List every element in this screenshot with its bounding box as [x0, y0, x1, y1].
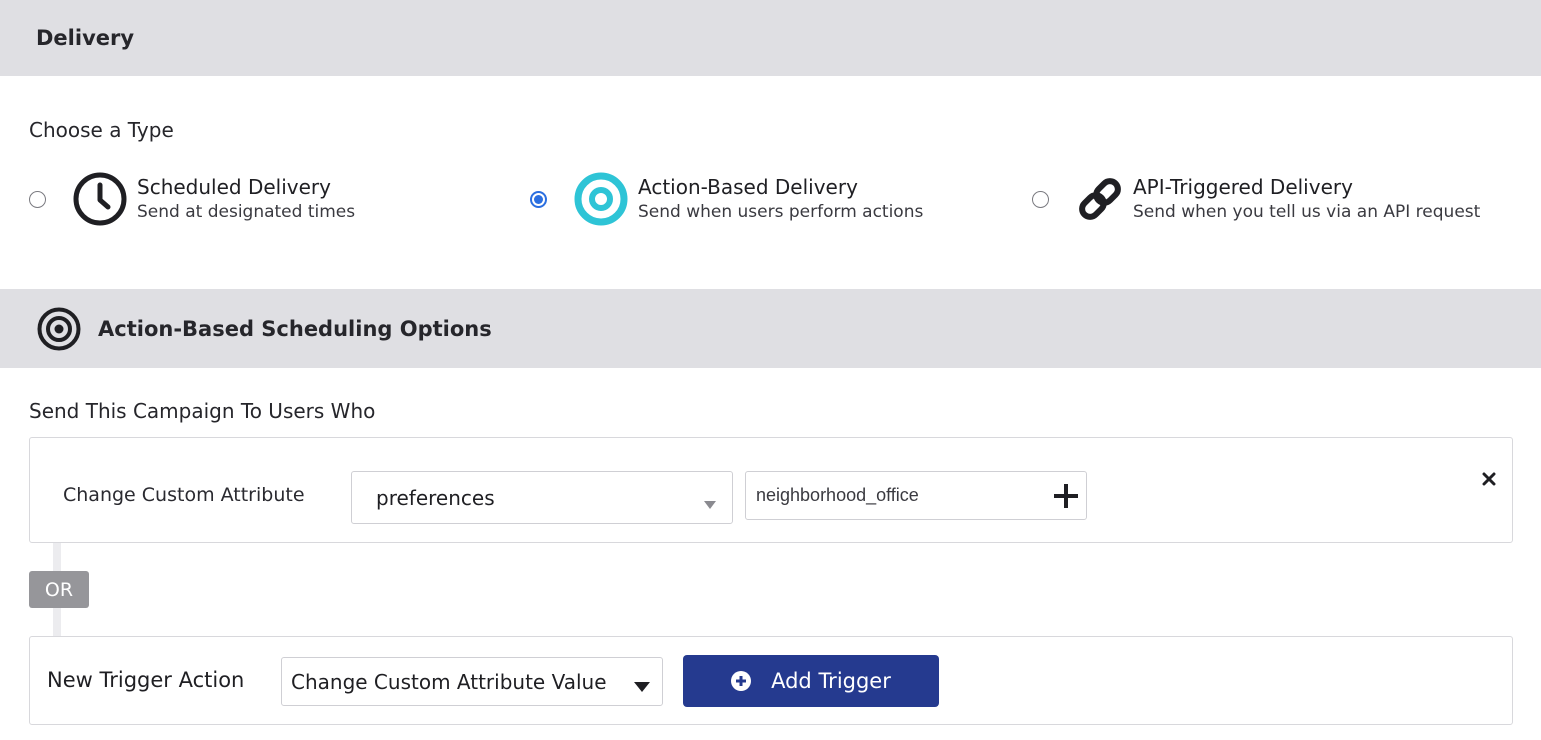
attribute-select-value: preferences [376, 485, 495, 510]
trigger-action-label: Change Custom Attribute [63, 484, 305, 506]
caret-down-icon [704, 494, 716, 513]
attribute-value-input[interactable]: neighborhood_office [745, 471, 1087, 520]
trigger-card: Change Custom Attribute preferences neig… [29, 437, 1513, 543]
or-badge: OR [29, 571, 89, 608]
attribute-select[interactable]: preferences [351, 471, 733, 524]
attribute-value-text: neighborhood_office [756, 485, 919, 505]
target-icon [36, 306, 82, 352]
action-based-desc: Send when users perform actions [638, 202, 924, 222]
delivery-type-api-triggered[interactable]: API-Triggered Delivery Send when you tel… [1032, 170, 1480, 228]
link-icon [1071, 170, 1129, 228]
send-campaign-label: Send This Campaign To Users Who [29, 399, 376, 423]
add-trigger-button[interactable]: Add Trigger [683, 655, 939, 707]
caret-down-icon [634, 677, 650, 696]
plus-circle-icon [731, 671, 752, 691]
scheduling-title: Action-Based Scheduling Options [98, 316, 492, 341]
new-trigger-action-select[interactable]: Change Custom Attribute Value [281, 657, 663, 706]
api-triggered-desc: Send when you tell us via an API request [1133, 202, 1481, 222]
delivery-section-header: Delivery [0, 0, 1541, 76]
action-based-radio[interactable] [530, 190, 547, 208]
remove-trigger-close-icon[interactable] [1482, 471, 1496, 490]
scheduled-title: Scheduled Delivery [137, 175, 331, 199]
scheduling-section-header: Action-Based Scheduling Options [0, 289, 1541, 368]
trigger-connector [53, 607, 61, 637]
new-trigger-label: New Trigger Action [47, 668, 245, 692]
api-triggered-radio[interactable] [1032, 190, 1049, 208]
new-trigger-action-value: Change Custom Attribute Value [291, 669, 607, 694]
trigger-connector [53, 542, 61, 572]
choose-type-label: Choose a Type [29, 118, 174, 142]
clock-icon [71, 170, 129, 228]
add-value-plus-icon[interactable] [1054, 484, 1078, 512]
delivery-type-scheduled[interactable]: Scheduled Delivery Send at designated ti… [29, 170, 355, 228]
target-icon [572, 170, 630, 228]
api-triggered-title: API-Triggered Delivery [1133, 175, 1353, 199]
delivery-title: Delivery [36, 26, 135, 50]
delivery-type-action-based[interactable]: Action-Based Delivery Send when users pe… [530, 170, 923, 228]
add-trigger-label: Add Trigger [771, 669, 891, 693]
scheduled-radio[interactable] [29, 190, 46, 208]
action-based-title: Action-Based Delivery [638, 175, 858, 199]
scheduled-desc: Send at designated times [137, 202, 356, 222]
